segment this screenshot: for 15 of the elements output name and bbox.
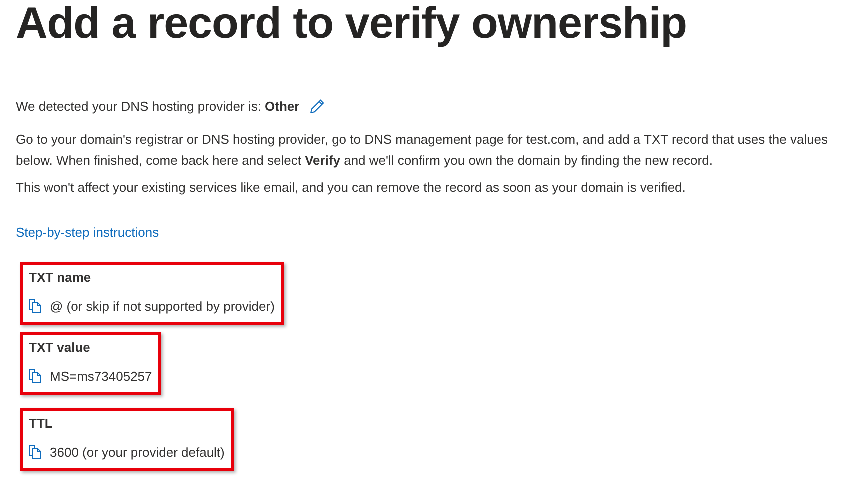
record-value: 3600 (or your provider default) [50, 444, 225, 462]
copy-icon[interactable] [29, 444, 42, 460]
record-value: MS=ms73405257 [50, 368, 152, 386]
edit-icon[interactable] [310, 99, 325, 114]
record-value: @ (or skip if not supported by provider) [50, 298, 275, 316]
page-title: Add a record to verify ownership [16, 0, 688, 50]
record-label: TXT name [29, 269, 92, 288]
instructions-link[interactable]: Step-by-step instructions [16, 222, 160, 242]
instruction-text: Go to your domain's registrar or DNS hosting provider, go to DNS management page for test.com, and add a TXT record that uses the values below. When finished, come back here and select Verify and we'll confirm you own the domain by finding the new record. [16, 131, 830, 170]
instruction-text: This won't affect your existing services like email, and you can remove the record as soon as your domain is verified. [16, 178, 687, 197]
record-label: TXT value [29, 339, 90, 358]
copy-icon[interactable] [29, 368, 42, 384]
provider-text: We detected your DNS hosting provider is: Other [16, 98, 300, 116]
record-label: TTL [29, 415, 53, 434]
copy-icon[interactable] [29, 298, 42, 314]
